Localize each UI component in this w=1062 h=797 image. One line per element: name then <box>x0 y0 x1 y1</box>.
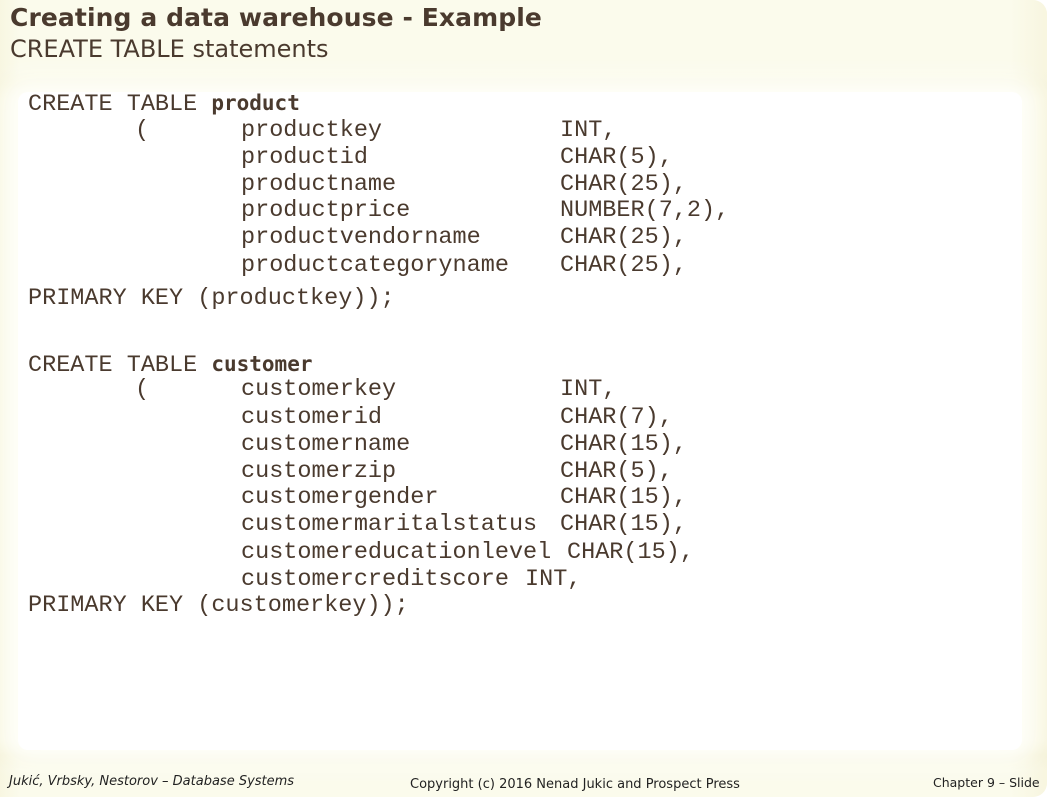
product-create-line: CREATE TABLE product <box>28 90 300 118</box>
slide-subtitle: CREATE TABLE statements <box>10 35 329 63</box>
column-type: CHAR(15), <box>560 484 687 511</box>
column-name: customerkey <box>241 376 397 403</box>
create-table-keyword: CREATE TABLE <box>28 91 198 118</box>
footer-chapter: Chapter 9 – Slide <box>933 775 1040 790</box>
column-type: INT, <box>560 376 617 403</box>
footer-authors: Jukić, Vrbsky, Nestorov – Database Syste… <box>9 774 295 789</box>
column-name: customereducationlevel <box>241 539 552 566</box>
column-name: productcategoryname <box>241 252 509 279</box>
column-name: customermaritalstatus <box>241 511 538 538</box>
column-name: productprice <box>241 197 411 224</box>
column-name: customergender <box>241 484 439 511</box>
primary-key-line: PRIMARY KEY (customerkey)); <box>28 592 409 619</box>
column-name: customername <box>241 431 411 458</box>
primary-key-line: PRIMARY KEY (productkey)); <box>28 285 395 312</box>
column-type: CHAR(25), <box>560 224 687 251</box>
column-name: customerzip <box>241 458 397 485</box>
column-type: CHAR(15), <box>560 511 687 538</box>
column-type: CHAR(5), <box>560 144 673 171</box>
column-name: productid <box>241 144 368 171</box>
table-name-customer: customer <box>211 352 313 376</box>
slide-title: Creating a data warehouse - Example <box>10 3 542 32</box>
column-type: CHAR(7), <box>560 404 673 431</box>
table-name-product: product <box>211 91 300 115</box>
column-type: CHAR(5), <box>560 458 673 485</box>
create-table-keyword: CREATE TABLE <box>28 352 198 379</box>
column-type: NUMBER(7,2), <box>560 197 730 224</box>
column-name: customerid <box>241 404 383 431</box>
column-name: customercreditscore <box>241 566 509 593</box>
customer-create-line: CREATE TABLE customer <box>28 351 313 379</box>
column-name: productkey <box>241 117 383 144</box>
column-type: INT, <box>560 117 617 144</box>
slide-frame-shading <box>0 0 20 797</box>
column-name: productname <box>241 171 397 198</box>
column-name: productvendorname <box>241 224 481 251</box>
column-type: INT, <box>525 566 582 593</box>
column-type: CHAR(25), <box>560 171 687 198</box>
footer-copyright: Copyright (c) 2016 Nenad Jukic and Prosp… <box>410 777 740 792</box>
open-paren: ( <box>135 117 150 144</box>
content-panel <box>18 92 1022 750</box>
column-type: CHAR(15), <box>567 539 694 566</box>
column-type: CHAR(25), <box>560 252 687 279</box>
column-type: CHAR(15), <box>560 431 687 458</box>
slide: Creating a data warehouse - Example CREA… <box>0 0 1047 797</box>
open-paren: ( <box>135 376 150 403</box>
